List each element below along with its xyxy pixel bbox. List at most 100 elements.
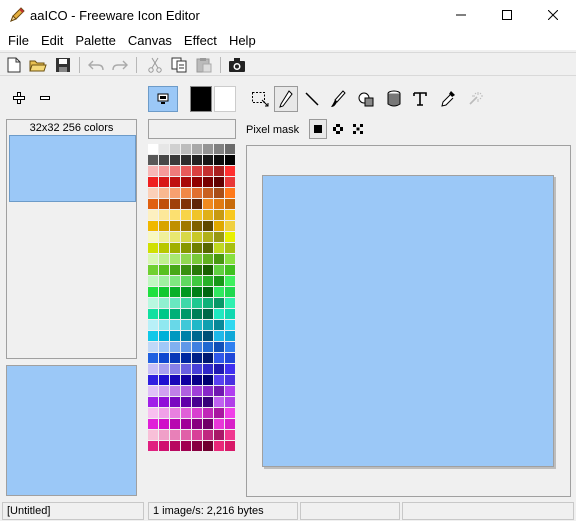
- palette-swatch[interactable]: [181, 243, 191, 253]
- palette-swatch[interactable]: [225, 188, 235, 198]
- palette-swatch[interactable]: [214, 199, 224, 209]
- palette-swatch[interactable]: [170, 375, 180, 385]
- palette-swatch[interactable]: [192, 188, 202, 198]
- menu-file[interactable]: File: [2, 31, 35, 50]
- pencil-tool-button[interactable]: [274, 86, 298, 112]
- palette-swatch[interactable]: [170, 199, 180, 209]
- mask-checker-button[interactable]: [329, 119, 347, 139]
- eyedropper-tool-button[interactable]: [436, 86, 460, 112]
- palette-swatch[interactable]: [159, 232, 169, 242]
- palette-swatch[interactable]: [181, 265, 191, 275]
- palette-swatch[interactable]: [203, 364, 213, 374]
- palette-swatch[interactable]: [181, 364, 191, 374]
- text-tool-button[interactable]: [408, 86, 432, 112]
- palette-swatch[interactable]: [148, 364, 158, 374]
- palette-swatch[interactable]: [181, 408, 191, 418]
- palette-swatch[interactable]: [181, 276, 191, 286]
- palette-swatch[interactable]: [181, 397, 191, 407]
- palette-swatch[interactable]: [159, 408, 169, 418]
- line-tool-button[interactable]: [300, 86, 324, 112]
- palette-swatch[interactable]: [214, 254, 224, 264]
- palette-swatch[interactable]: [192, 287, 202, 297]
- palette-swatch[interactable]: [214, 375, 224, 385]
- palette-swatch[interactable]: [214, 155, 224, 165]
- palette-swatch[interactable]: [192, 309, 202, 319]
- palette-swatch[interactable]: [159, 177, 169, 187]
- palette-swatch[interactable]: [170, 144, 180, 154]
- palette-swatch[interactable]: [181, 155, 191, 165]
- palette-swatch[interactable]: [181, 188, 191, 198]
- palette-swatch[interactable]: [159, 441, 169, 451]
- palette-swatch[interactable]: [170, 342, 180, 352]
- palette-swatch[interactable]: [159, 144, 169, 154]
- palette-swatch[interactable]: [148, 177, 158, 187]
- close-button[interactable]: [530, 0, 576, 30]
- palette-swatch[interactable]: [214, 364, 224, 374]
- palette-swatch[interactable]: [225, 298, 235, 308]
- palette-swatch[interactable]: [159, 243, 169, 253]
- palette-swatch[interactable]: [181, 309, 191, 319]
- palette-swatch[interactable]: [203, 232, 213, 242]
- palette-swatch[interactable]: [148, 287, 158, 297]
- palette-swatch[interactable]: [170, 155, 180, 165]
- palette-swatch[interactable]: [203, 276, 213, 286]
- palette-swatch[interactable]: [159, 320, 169, 330]
- palette-swatch[interactable]: [203, 243, 213, 253]
- palette-swatch[interactable]: [148, 188, 158, 198]
- palette-swatch[interactable]: [225, 408, 235, 418]
- palette-swatch[interactable]: [203, 309, 213, 319]
- palette-swatch[interactable]: [148, 144, 158, 154]
- mask-cross-button[interactable]: [349, 119, 367, 139]
- background-color-swatch[interactable]: [214, 86, 236, 112]
- palette-swatch[interactable]: [225, 287, 235, 297]
- palette-swatch[interactable]: [214, 287, 224, 297]
- palette-swatch[interactable]: [170, 221, 180, 231]
- open-button[interactable]: [28, 55, 48, 75]
- capture-button[interactable]: [227, 55, 247, 75]
- palette-swatch[interactable]: [148, 265, 158, 275]
- palette-swatch[interactable]: [159, 155, 169, 165]
- palette-swatch[interactable]: [203, 287, 213, 297]
- palette-swatch[interactable]: [170, 265, 180, 275]
- palette-swatch[interactable]: [148, 155, 158, 165]
- menu-canvas[interactable]: Canvas: [122, 31, 178, 50]
- select-tool-button[interactable]: [248, 86, 272, 112]
- palette-swatch[interactable]: [192, 177, 202, 187]
- palette-swatch[interactable]: [192, 342, 202, 352]
- palette-swatch[interactable]: [170, 441, 180, 451]
- palette-swatch[interactable]: [225, 232, 235, 242]
- palette-swatch[interactable]: [148, 298, 158, 308]
- palette-swatch[interactable]: [225, 221, 235, 231]
- drawing-canvas[interactable]: [262, 175, 554, 467]
- palette-swatch[interactable]: [170, 210, 180, 220]
- palette-swatch[interactable]: [214, 397, 224, 407]
- palette-swatch[interactable]: [148, 243, 158, 253]
- palette-swatch[interactable]: [225, 210, 235, 220]
- palette-swatch[interactable]: [192, 155, 202, 165]
- palette-swatch[interactable]: [192, 441, 202, 451]
- palette-swatch[interactable]: [214, 265, 224, 275]
- palette-swatch[interactable]: [192, 199, 202, 209]
- palette-swatch[interactable]: [159, 342, 169, 352]
- palette-swatch[interactable]: [181, 320, 191, 330]
- foreground-color-swatch[interactable]: [190, 86, 212, 112]
- palette-swatch[interactable]: [192, 364, 202, 374]
- palette-swatch[interactable]: [203, 331, 213, 341]
- palette-swatch[interactable]: [214, 232, 224, 242]
- palette-swatch[interactable]: [159, 188, 169, 198]
- palette-swatch[interactable]: [170, 331, 180, 341]
- palette-swatch[interactable]: [192, 386, 202, 396]
- palette-swatch[interactable]: [225, 155, 235, 165]
- palette-swatch[interactable]: [192, 221, 202, 231]
- palette-swatch[interactable]: [192, 353, 202, 363]
- palette-swatch[interactable]: [148, 397, 158, 407]
- menu-edit[interactable]: Edit: [35, 31, 69, 50]
- palette-swatch[interactable]: [148, 232, 158, 242]
- palette-swatch[interactable]: [192, 254, 202, 264]
- palette-swatch[interactable]: [225, 309, 235, 319]
- palette-swatch[interactable]: [203, 177, 213, 187]
- palette-swatch[interactable]: [225, 320, 235, 330]
- palette-swatch[interactable]: [159, 210, 169, 220]
- palette-swatch[interactable]: [225, 166, 235, 176]
- palette-swatch[interactable]: [225, 441, 235, 451]
